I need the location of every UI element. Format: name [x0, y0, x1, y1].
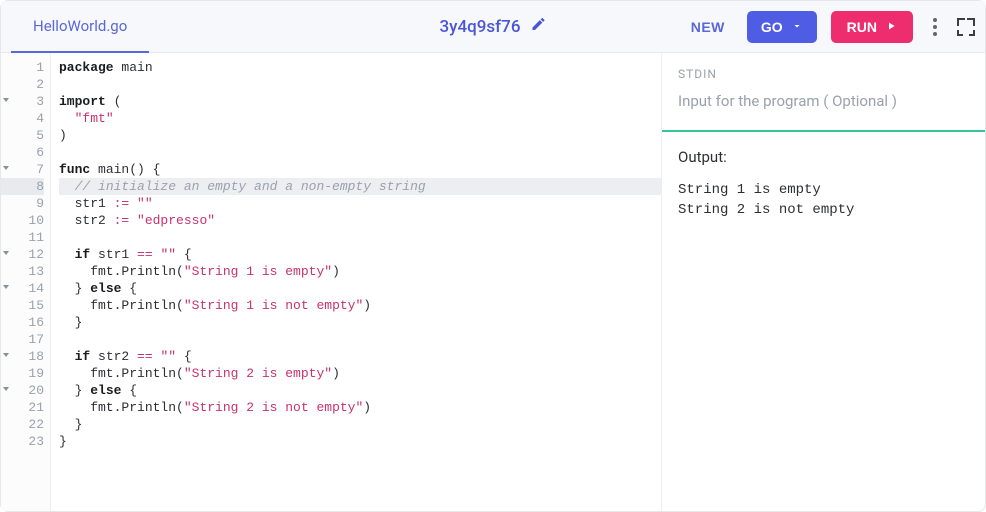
code-line[interactable] [59, 144, 661, 161]
gutter-line: 15 [1, 297, 44, 314]
gutter-line: 14 [1, 280, 44, 297]
io-pane: STDIN Output: String 1 is empty String 2… [661, 53, 985, 511]
code-line[interactable]: if str2 == "" { [59, 348, 661, 365]
output-section: Output: String 1 is empty String 2 is no… [662, 132, 985, 236]
stdin-section: STDIN [662, 53, 985, 132]
gutter-line: 23 [1, 433, 44, 450]
stdin-input[interactable] [678, 92, 969, 110]
gutter-line: 10 [1, 212, 44, 229]
code-line[interactable]: package main [59, 59, 661, 76]
language-dropdown[interactable]: GO [747, 11, 817, 43]
session-id-block: 3y4q9sf76 [439, 16, 546, 37]
topbar: HelloWorld.go 3y4q9sf76 NEW GO RUN [1, 1, 985, 53]
new-button[interactable]: NEW [683, 13, 733, 41]
output-text: String 1 is empty String 2 is not empty [678, 180, 969, 220]
new-button-label: NEW [691, 19, 725, 35]
code-line[interactable]: } [59, 314, 661, 331]
code-line[interactable]: fmt.Println("String 1 is empty") [59, 263, 661, 280]
code-line[interactable]: "fmt" [59, 110, 661, 127]
code-line[interactable]: } [59, 433, 661, 450]
gutter-line: 19 [1, 365, 44, 382]
file-tab-label: HelloWorld.go [33, 17, 127, 35]
more-menu-icon[interactable] [927, 12, 943, 42]
code-line[interactable]: // initialize an empty and a non-empty s… [59, 178, 661, 195]
chevron-down-icon [791, 19, 803, 35]
gutter-line: 1 [1, 59, 44, 76]
code-line[interactable]: if str1 == "" { [59, 246, 661, 263]
run-button[interactable]: RUN [831, 11, 913, 43]
play-icon [885, 19, 897, 35]
file-tab[interactable]: HelloWorld.go [11, 1, 149, 53]
output-label: Output: [678, 148, 969, 166]
editor-pane: 1234567891011121314151617181920212223 pa… [1, 53, 661, 511]
session-id: 3y4q9sf76 [439, 17, 520, 37]
code-line[interactable]: str2 := "edpresso" [59, 212, 661, 229]
code-line[interactable]: import ( [59, 93, 661, 110]
gutter-line: 21 [1, 399, 44, 416]
ide-window: HelloWorld.go 3y4q9sf76 NEW GO RUN [0, 0, 986, 512]
code-line[interactable]: fmt.Println("String 2 is empty") [59, 365, 661, 382]
gutter-line: 12 [1, 246, 44, 263]
gutter-line: 16 [1, 314, 44, 331]
gutter-line: 5 [1, 127, 44, 144]
gutter-line: 2 [1, 76, 44, 93]
gutter-line: 9 [1, 195, 44, 212]
code-line[interactable]: } else { [59, 382, 661, 399]
toolbar-right: NEW GO RUN [683, 11, 975, 43]
gutter-line: 3 [1, 93, 44, 110]
gutter-line: 6 [1, 144, 44, 161]
code-line[interactable]: } [59, 416, 661, 433]
gutter-line: 11 [1, 229, 44, 246]
gutter-line: 22 [1, 416, 44, 433]
gutter-line: 18 [1, 348, 44, 365]
gutter-line: 7 [1, 161, 44, 178]
code-line[interactable] [59, 331, 661, 348]
language-label: GO [761, 19, 783, 35]
code-line[interactable]: func main() { [59, 161, 661, 178]
gutter-line: 20 [1, 382, 44, 399]
code-line[interactable] [59, 76, 661, 93]
stdin-label: STDIN [678, 67, 969, 81]
code-line[interactable]: str1 := "" [59, 195, 661, 212]
line-gutter: 1234567891011121314151617181920212223 [1, 53, 51, 511]
code-line[interactable]: fmt.Println("String 1 is not empty") [59, 297, 661, 314]
gutter-line: 4 [1, 110, 44, 127]
fullscreen-icon[interactable] [957, 18, 975, 36]
gutter-line: 8 [1, 178, 44, 195]
code-line[interactable]: ) [59, 127, 661, 144]
code-line[interactable]: fmt.Println("String 2 is not empty") [59, 399, 661, 416]
code-line[interactable]: } else { [59, 280, 661, 297]
edit-icon[interactable] [531, 16, 547, 37]
code-line[interactable] [59, 229, 661, 246]
main-area: 1234567891011121314151617181920212223 pa… [1, 53, 985, 511]
run-button-label: RUN [847, 19, 877, 35]
gutter-line: 17 [1, 331, 44, 348]
gutter-line: 13 [1, 263, 44, 280]
code-editor[interactable]: package main import ( "fmt") func main()… [51, 53, 661, 511]
